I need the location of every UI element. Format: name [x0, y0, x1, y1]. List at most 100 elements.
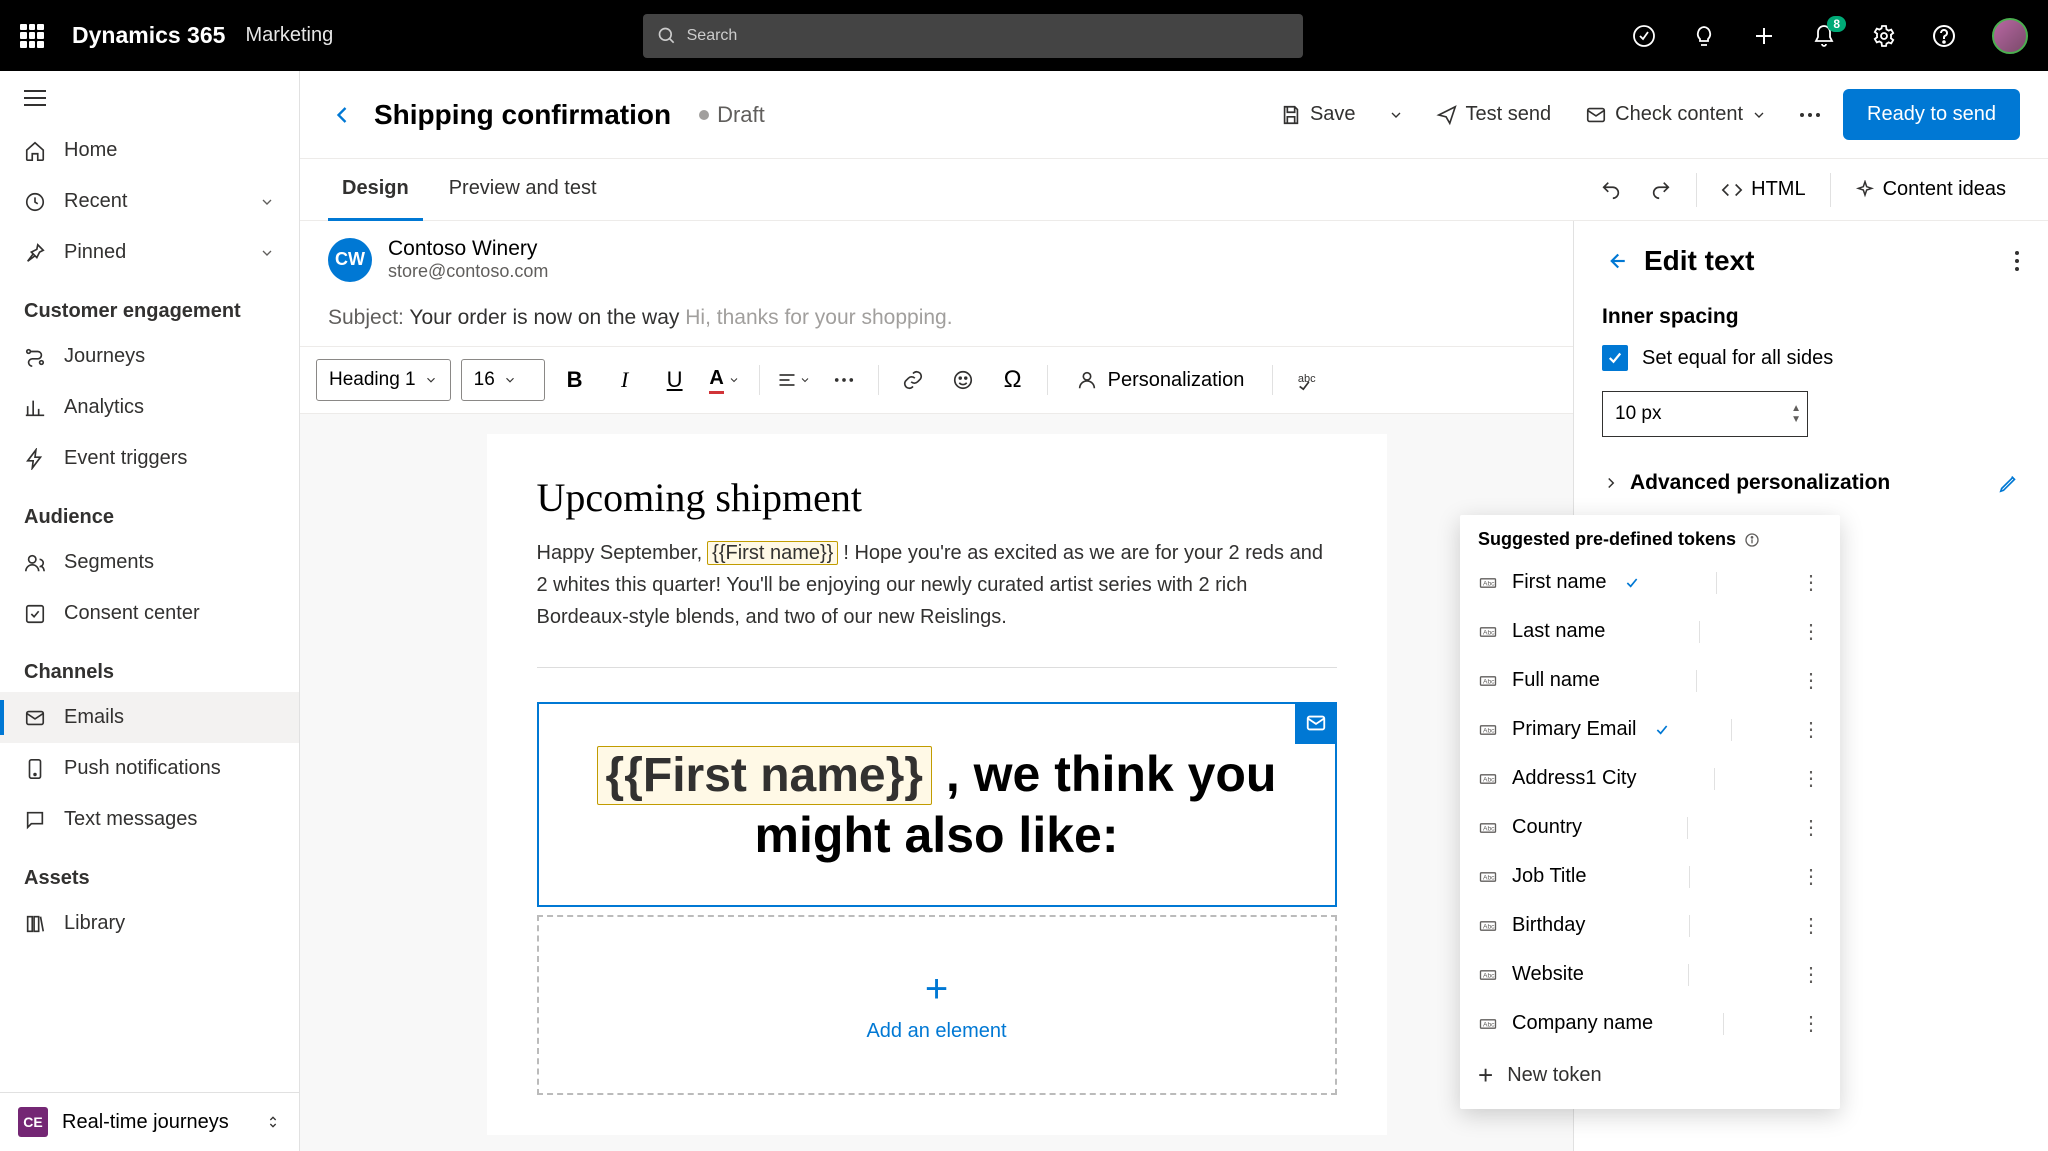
text-field-icon: Abc — [1478, 720, 1498, 740]
token-more-button[interactable]: ⋮ — [1801, 815, 1822, 840]
nav-label: Library — [64, 912, 125, 935]
nav-emails[interactable]: Emails — [0, 692, 299, 743]
token-option[interactable]: AbcWebsite⋮ — [1460, 950, 1840, 999]
token-more-button[interactable]: ⋮ — [1801, 913, 1822, 938]
add-icon[interactable] — [1752, 24, 1776, 48]
email-body[interactable]: Upcoming shipment Happy September, {{Fir… — [300, 414, 1573, 1151]
tab-design[interactable]: Design — [328, 159, 423, 221]
advanced-personalization-toggle[interactable]: Advanced personalization — [1602, 471, 2020, 495]
token-option[interactable]: AbcCompany name⋮ — [1460, 999, 1840, 1048]
spacing-input[interactable]: 10 px ▲▼ — [1602, 391, 1808, 437]
token-more-button[interactable]: ⋮ — [1801, 668, 1822, 693]
lightbulb-icon[interactable] — [1692, 24, 1716, 48]
subject-row[interactable]: Subject: Your order is now on the way Hi… — [300, 298, 1573, 347]
undo-button[interactable] — [1586, 169, 1636, 211]
test-send-button[interactable]: Test send — [1426, 95, 1562, 134]
panel-more-button[interactable] — [2014, 250, 2020, 272]
new-token-button[interactable]: + New token — [1460, 1048, 1840, 1103]
save-button[interactable]: Save — [1270, 95, 1366, 134]
italic-button[interactable]: I — [605, 360, 645, 400]
token-option[interactable]: AbcBirthday⋮ — [1460, 901, 1840, 950]
style-select[interactable]: Heading 1 — [316, 359, 451, 401]
global-search-input[interactable]: Search — [643, 14, 1303, 58]
headline-text[interactable]: {{First name}} , we think you might also… — [559, 744, 1315, 865]
add-element-zone[interactable]: + Add an element — [537, 915, 1337, 1095]
spellcheck-button[interactable]: abc — [1287, 360, 1327, 400]
check-content-button[interactable]: Check content — [1575, 95, 1777, 134]
html-button[interactable]: HTML — [1707, 168, 1819, 211]
nav-group-heading: Audience — [0, 484, 299, 537]
app-launcher-icon[interactable] — [20, 24, 44, 48]
nav-event-triggers[interactable]: Event triggers — [0, 433, 299, 484]
token-more-button[interactable]: ⋮ — [1801, 962, 1822, 987]
block-handle-icon[interactable] — [1295, 702, 1337, 744]
back-button[interactable] — [328, 101, 356, 129]
redo-button[interactable] — [1636, 169, 1686, 211]
nav-recent[interactable]: Recent — [0, 176, 299, 227]
nav-text-messages[interactable]: Text messages — [0, 794, 299, 845]
ready-to-send-button[interactable]: Ready to send — [1843, 89, 2020, 140]
email-canvas: CW Contoso Winery store@contoso.com Subj… — [300, 221, 1574, 1151]
chevron-down-icon — [259, 245, 275, 261]
help-icon[interactable] — [1932, 24, 1956, 48]
bold-button[interactable]: B — [555, 360, 595, 400]
panel-back-button[interactable] — [1602, 248, 1628, 274]
check-icon — [1624, 575, 1640, 591]
area-switcher[interactable]: CE Real-time journeys — [0, 1092, 299, 1151]
task-icon[interactable] — [1632, 24, 1656, 48]
token-more-button[interactable]: ⋮ — [1801, 619, 1822, 644]
info-icon[interactable] — [1744, 532, 1760, 548]
settings-icon[interactable] — [1872, 24, 1896, 48]
sender-row[interactable]: CW Contoso Winery store@contoso.com — [300, 221, 1573, 298]
token-more-button[interactable]: ⋮ — [1801, 864, 1822, 889]
edit-icon[interactable] — [1998, 472, 2020, 494]
svg-text:Abc: Abc — [1483, 825, 1495, 832]
notifications-icon[interactable]: 8 — [1812, 24, 1836, 48]
svg-text:Abc: Abc — [1483, 727, 1495, 734]
nav-pinned[interactable]: Pinned — [0, 227, 299, 278]
token-more-button[interactable]: ⋮ — [1801, 717, 1822, 742]
nav-push-notifications[interactable]: Push notifications — [0, 743, 299, 794]
selected-text-block[interactable]: {{First name}} , we think you might also… — [537, 702, 1337, 907]
nav-journeys[interactable]: Journeys — [0, 331, 299, 382]
save-dropdown[interactable] — [1380, 99, 1412, 131]
symbol-button[interactable]: Ω — [993, 360, 1033, 400]
token-option[interactable]: AbcFirst name⋮ — [1460, 558, 1840, 607]
underline-button[interactable]: U — [655, 360, 695, 400]
token-option[interactable]: AbcJob Title⋮ — [1460, 852, 1840, 901]
stepper-arrows[interactable]: ▲▼ — [1791, 403, 1801, 425]
equal-sides-checkbox[interactable]: Set equal for all sides — [1602, 345, 2020, 371]
token-option[interactable]: AbcLast name⋮ — [1460, 607, 1840, 656]
body-heading[interactable]: Upcoming shipment — [537, 474, 1337, 521]
tab-preview[interactable]: Preview and test — [435, 159, 611, 221]
nav-consent-center[interactable]: Consent center — [0, 588, 299, 639]
personalization-button[interactable]: Personalization — [1062, 363, 1259, 398]
token-first-name[interactable]: {{First name}} — [707, 541, 838, 565]
font-size-select[interactable]: 16 — [461, 359, 545, 401]
align-button[interactable] — [774, 360, 814, 400]
token-option[interactable]: AbcFull name⋮ — [1460, 656, 1840, 705]
emoji-button[interactable] — [943, 360, 983, 400]
token-label: Last name — [1512, 620, 1605, 643]
nav-analytics[interactable]: Analytics — [0, 382, 299, 433]
nav-library[interactable]: Library — [0, 898, 299, 949]
token-option[interactable]: AbcAddress1 City⋮ — [1460, 754, 1840, 803]
token-more-button[interactable]: ⋮ — [1801, 1011, 1822, 1036]
token-more-button[interactable]: ⋮ — [1801, 766, 1822, 791]
main-content: Shipping confirmation Draft Save Test se… — [300, 71, 2048, 1151]
body-paragraph[interactable]: Happy September, {{First name}} ! Hope y… — [537, 537, 1337, 633]
nav-segments[interactable]: Segments — [0, 537, 299, 588]
user-avatar[interactable] — [1992, 18, 2028, 54]
token-first-name-large[interactable]: {{First name}} — [597, 746, 932, 805]
nav-home[interactable]: Home — [0, 125, 299, 176]
content-ideas-button[interactable]: Content ideas — [1841, 168, 2020, 211]
font-color-button[interactable]: A — [705, 360, 745, 400]
token-option[interactable]: AbcCountry⋮ — [1460, 803, 1840, 852]
token-more-button[interactable]: ⋮ — [1801, 570, 1822, 595]
collapse-nav-icon[interactable] — [0, 71, 299, 125]
more-format-button[interactable] — [824, 360, 864, 400]
more-commands-button[interactable] — [1791, 104, 1829, 126]
link-button[interactable] — [893, 360, 933, 400]
token-option[interactable]: AbcPrimary Email⋮ — [1460, 705, 1840, 754]
preview-text: Hi, thanks for your shopping. — [685, 306, 952, 329]
